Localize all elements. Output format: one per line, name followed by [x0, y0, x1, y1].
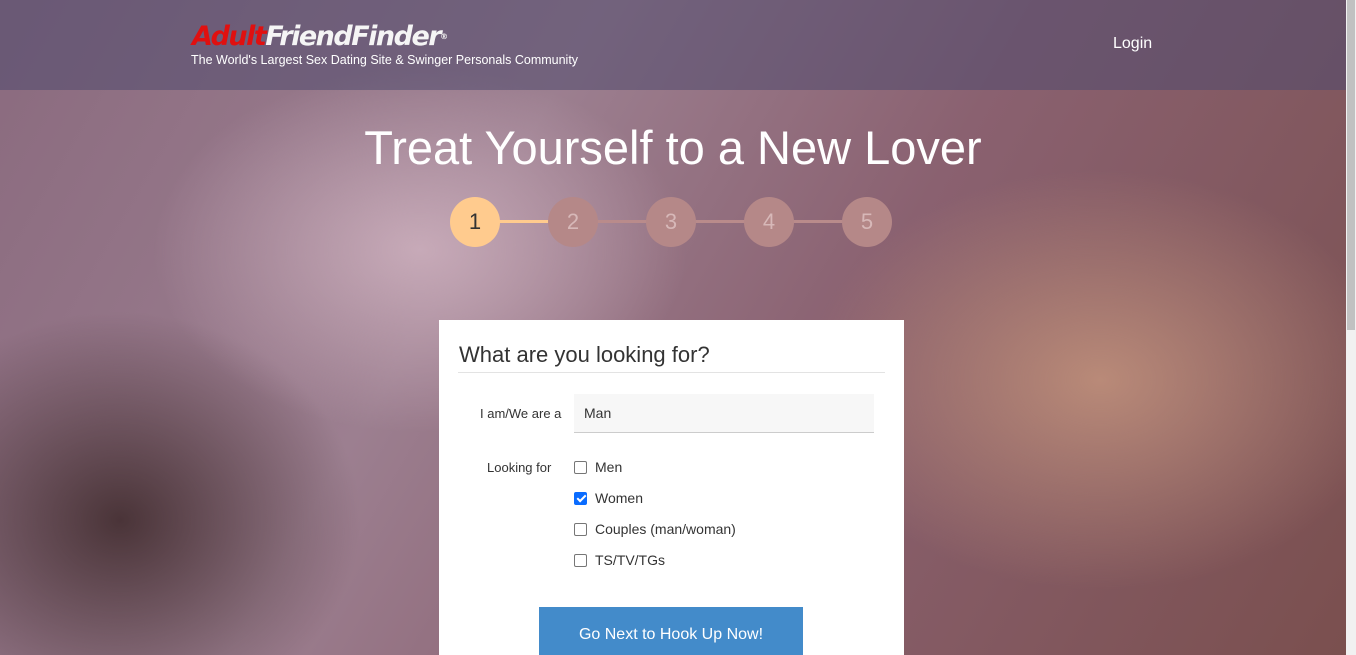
option-women[interactable]: Women [574, 490, 643, 506]
login-link[interactable]: Login [1113, 35, 1152, 53]
option-ts-tv-tg[interactable]: TS/TV/TGs [574, 552, 665, 568]
iam-select[interactable]: Man [574, 394, 874, 433]
step-2: 2 [548, 197, 598, 247]
registered-mark: ® [440, 32, 448, 41]
step-5: 5 [842, 197, 892, 247]
step-connector [499, 220, 549, 223]
looking-for-label: Looking for [487, 460, 552, 475]
header: AdultFriendFinder® The World's Largest S… [0, 0, 1346, 90]
checkbox-men[interactable] [574, 460, 587, 474]
logo-adult: Adult [192, 21, 267, 52]
step-4: 4 [744, 197, 794, 247]
checkbox-couples[interactable] [574, 522, 587, 536]
step-3: 3 [646, 197, 696, 247]
signup-form: What are you looking for? I am/We are a … [439, 320, 904, 655]
option-label: TS/TV/TGs [595, 552, 665, 568]
option-men[interactable]: Men [574, 459, 622, 475]
step-connector [793, 220, 843, 223]
option-label: Women [595, 490, 643, 506]
logo[interactable]: AdultFriendFinder® [192, 21, 448, 52]
logo-friendfinder: FriendFinder [265, 21, 441, 52]
scrollbar-thumb[interactable] [1347, 0, 1355, 330]
step-1: 1 [450, 197, 500, 247]
step-connector [597, 220, 647, 223]
option-label: Men [595, 459, 623, 475]
form-heading: What are you looking for? [459, 342, 710, 367]
next-button[interactable]: Go Next to Hook Up Now! [539, 607, 803, 655]
page-title: Treat Yourself to a New Lover [364, 121, 982, 174]
option-label: Couples (man/woman) [595, 521, 736, 537]
divider [458, 372, 885, 373]
step-progress: 1 2 3 4 5 [450, 197, 892, 247]
step-connector [695, 220, 745, 223]
iam-label: I am/We are a [480, 406, 562, 421]
checkbox-women[interactable] [574, 491, 587, 505]
scrollbar[interactable] [1346, 0, 1356, 655]
option-couples[interactable]: Couples (man/woman) [574, 521, 736, 537]
tagline: The World's Largest Sex Dating Site & Sw… [191, 53, 579, 67]
checkbox-ts-tv-tg[interactable] [574, 553, 587, 567]
page: AdultFriendFinder® The World's Largest S… [0, 0, 1346, 655]
